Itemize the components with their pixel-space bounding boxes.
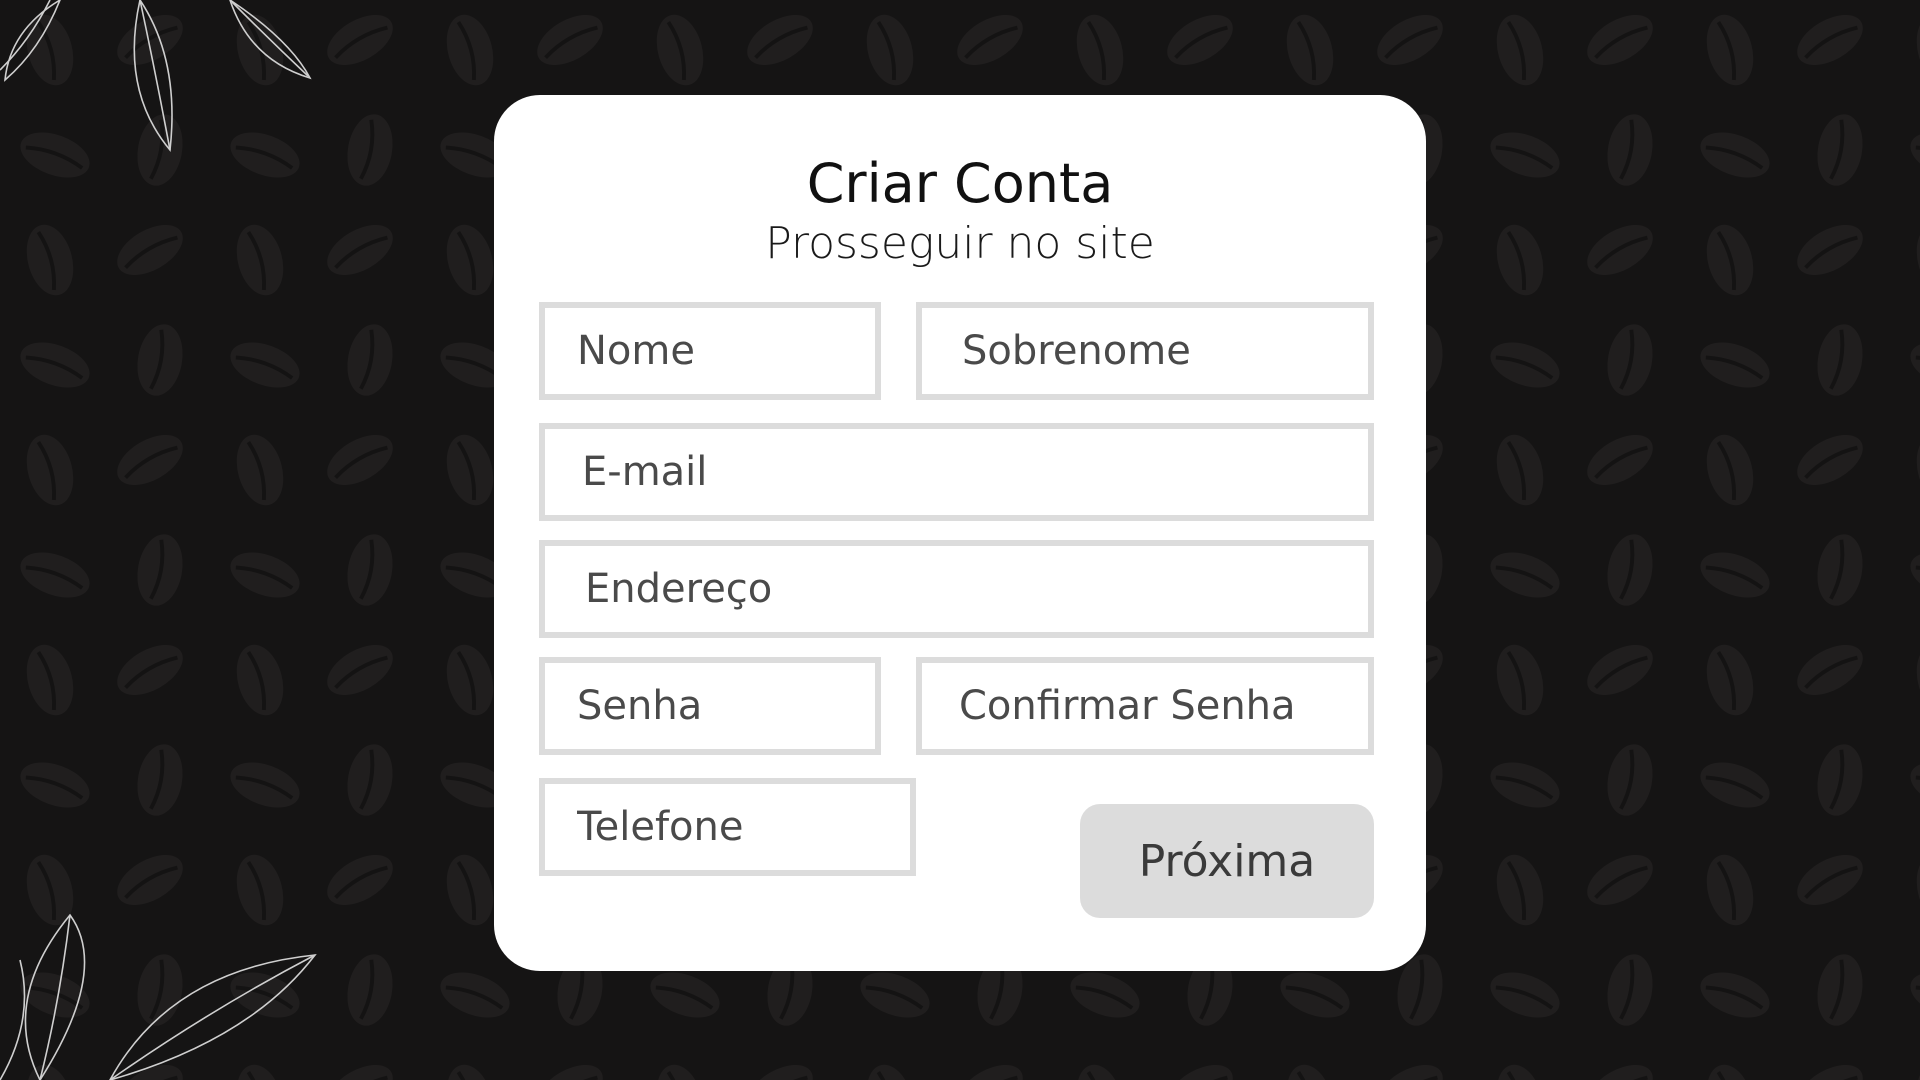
leaf-illustration-bottom-left [0,913,317,1080]
password-input[interactable] [577,663,875,749]
address-field[interactable] [539,540,1374,638]
page-title: Criar Conta [806,152,1114,215]
next-button[interactable]: Próxima [1080,804,1374,918]
page-subtitle: Prosseguir no site [765,218,1155,269]
address-input[interactable] [585,546,1368,632]
phone-field[interactable] [539,778,916,876]
confirm-password-input[interactable] [959,663,1368,749]
last-name-field[interactable] [916,302,1374,400]
phone-input[interactable] [577,784,910,870]
email-field[interactable] [539,423,1374,521]
first-name-input[interactable] [577,308,875,394]
first-name-field[interactable] [539,302,881,400]
password-field[interactable] [539,657,881,755]
confirm-password-field[interactable] [916,657,1374,755]
leaf-illustration-top-left [0,0,312,152]
email-input[interactable] [582,429,1368,515]
last-name-input[interactable] [962,308,1368,394]
